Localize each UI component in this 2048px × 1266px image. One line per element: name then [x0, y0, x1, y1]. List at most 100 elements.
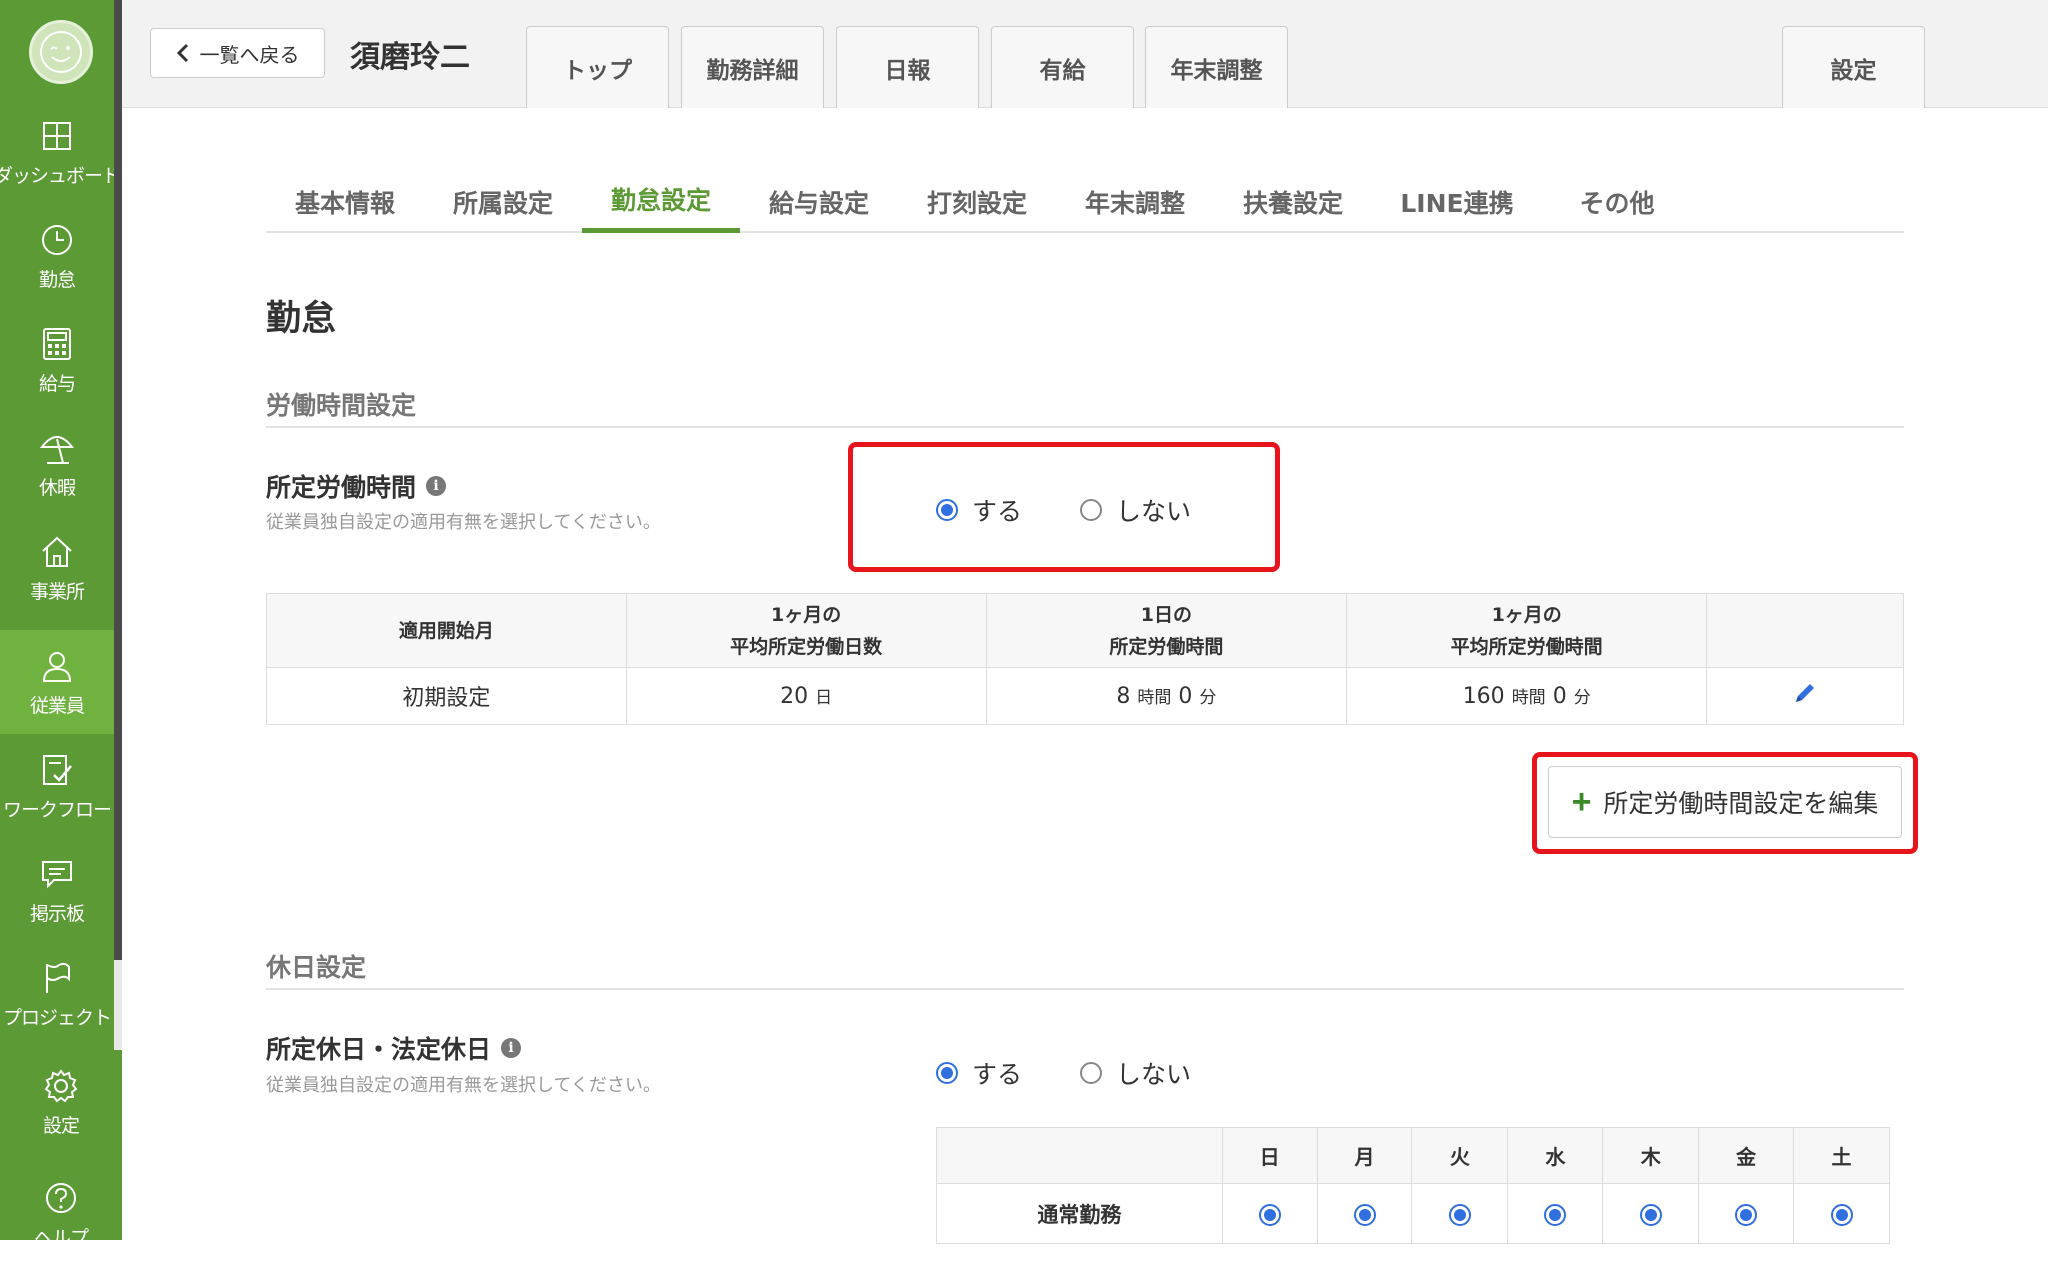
- plus-icon: +: [1571, 783, 1592, 821]
- tab-paid-leave[interactable]: 有給: [991, 26, 1134, 108]
- subtab-year-end[interactable]: 年末調整: [1056, 170, 1214, 233]
- sidebar-item-office[interactable]: 事業所: [0, 516, 114, 620]
- sidebar-item-label: 従業員: [29, 694, 85, 717]
- field-label-scheduled-hours: 所定労働時間 i: [266, 468, 447, 504]
- holiday-table: 日 月 火 水 木 金 土 通常勤務: [936, 1127, 1890, 1244]
- dashboard-icon: [38, 117, 76, 155]
- sidebar-item-workflow[interactable]: ワークフロー: [0, 734, 114, 838]
- tab-daily-report[interactable]: 日報: [836, 26, 979, 108]
- row-label: 通常勤務: [936, 1183, 1223, 1244]
- day-cell: [1602, 1183, 1700, 1244]
- radio-dot[interactable]: [1830, 1203, 1853, 1226]
- cell-actions: [1706, 667, 1904, 725]
- sidebar-item-payroll[interactable]: 給与: [0, 308, 114, 412]
- sidebar-item-settings[interactable]: 設定: [0, 1050, 122, 1154]
- cell-daily-hours: 8 時間 0 分: [985, 667, 1348, 725]
- column-header-day: 金: [1698, 1127, 1795, 1184]
- subtab-dependents[interactable]: 扶養設定: [1214, 170, 1372, 233]
- sidebar-item-label: ヘルプ: [33, 1226, 89, 1249]
- table-row: 初期設定 20 日 8 時間 0 分 160 時間 0 分: [266, 667, 1904, 725]
- cell-avg-days: 20 日: [625, 667, 987, 725]
- sidebar-scrollbar[interactable]: [114, 0, 122, 960]
- radio-dot[interactable]: [936, 1062, 958, 1084]
- tab-year-end[interactable]: 年末調整: [1145, 26, 1288, 108]
- subtab-other[interactable]: その他: [1542, 170, 1692, 233]
- gear-icon: [42, 1067, 80, 1105]
- subtab-affiliation[interactable]: 所属設定: [424, 170, 582, 233]
- column-header-day: 月: [1316, 1127, 1413, 1184]
- radio-dot[interactable]: [1639, 1203, 1662, 1226]
- day-cell: [1316, 1183, 1413, 1244]
- sidebar-item-label: 給与: [38, 372, 76, 395]
- tab-top[interactable]: トップ: [526, 26, 669, 108]
- subtab-attendance[interactable]: 勤怠設定: [582, 170, 740, 233]
- smile-icon: [40, 31, 82, 73]
- column-header: 1ヶ月の 平均所定労働日数: [625, 593, 987, 668]
- radio-yes[interactable]: する: [936, 492, 1022, 528]
- header-bar: 一覧へ戻る 須磨玲二 トップ 勤務詳細 日報 有給 年末調整 設定: [122, 0, 2048, 108]
- divider: [266, 426, 1904, 428]
- edit-scheduled-hours-button[interactable]: + 所定労働時間設定を編集: [1548, 766, 1902, 838]
- section-title-holiday: 休日設定: [266, 953, 367, 982]
- radio-no[interactable]: しない: [1080, 1055, 1191, 1091]
- pencil-icon[interactable]: [1793, 681, 1817, 705]
- sidebar-item-project[interactable]: プロジェクト: [0, 942, 114, 1046]
- column-header: 1ヶ月の 平均所定労働時間: [1346, 593, 1708, 668]
- sidebar-item-attendance[interactable]: 勤怠: [0, 204, 114, 308]
- chevron-left-icon: [176, 43, 188, 63]
- day-cell: [1507, 1183, 1604, 1244]
- day-cell: [1221, 1183, 1318, 1244]
- sidebar-item-board[interactable]: 掲示板: [0, 838, 114, 942]
- subtab-clock[interactable]: 打刻設定: [898, 170, 1056, 233]
- radio-dot[interactable]: [1735, 1203, 1758, 1226]
- radio-dot[interactable]: [1080, 499, 1103, 521]
- subtab-bar: 基本情報 所属設定 勤怠設定 給与設定 打刻設定 年末調整 扶養設定 LINE連…: [266, 170, 1904, 233]
- sidebar-scroll-track: [114, 960, 122, 1050]
- sidebar-item-employees[interactable]: 従業員: [0, 630, 114, 734]
- checklist-icon: [38, 751, 76, 789]
- tab-settings[interactable]: 設定: [1782, 26, 1925, 108]
- tab-work-detail[interactable]: 勤務詳細: [681, 26, 824, 108]
- subtab-line[interactable]: LINE連携: [1372, 170, 1542, 233]
- avatar[interactable]: [29, 20, 93, 84]
- sidebar-item-help[interactable]: ヘルプ: [0, 1162, 122, 1266]
- sidebar-item-leave[interactable]: 休暇: [0, 412, 114, 516]
- radio-group-holidays: する しない: [936, 1055, 1249, 1091]
- radio-dot[interactable]: [1353, 1203, 1376, 1226]
- radio-yes[interactable]: する: [936, 1055, 1022, 1091]
- table-header-row: 日 月 火 水 木 金 土: [936, 1127, 1890, 1184]
- chat-icon: [38, 855, 76, 893]
- column-header: [936, 1127, 1223, 1184]
- radio-no[interactable]: しない: [1080, 492, 1191, 528]
- sidebar-item-dashboard[interactable]: ダッシュボード: [0, 100, 121, 204]
- sidebar-item-label: 掲示板: [29, 902, 85, 925]
- sidebar: ダッシュボード 勤怠 給与 休暇 事業所 従業員 ワークフロー 掲示板 プロジェ…: [0, 0, 122, 1249]
- calculator-icon: [38, 325, 76, 363]
- day-cell: [1793, 1183, 1890, 1244]
- cell-monthly-hours: 160 時間 0 分: [1346, 667, 1708, 725]
- radio-dot[interactable]: [1080, 1062, 1103, 1084]
- sidebar-item-label: 設定: [42, 1114, 80, 1137]
- info-icon[interactable]: i: [426, 476, 447, 496]
- sidebar-item-label: 事業所: [29, 580, 85, 603]
- column-header: 適用開始月: [266, 593, 627, 668]
- field-label-holidays: 所定休日・法定休日 i: [266, 1030, 522, 1066]
- table-row: 通常勤務: [936, 1183, 1890, 1244]
- column-header-day: 土: [1793, 1127, 1890, 1184]
- info-icon[interactable]: i: [501, 1038, 522, 1058]
- back-to-list-button[interactable]: 一覧へ戻る: [150, 28, 325, 78]
- radio-dot[interactable]: [1448, 1203, 1471, 1226]
- day-cell: [1411, 1183, 1509, 1244]
- column-header-day: 木: [1602, 1127, 1700, 1184]
- sidebar-item-label: ワークフロー: [2, 798, 112, 821]
- radio-group-scheduled-hours: する しない: [936, 492, 1249, 528]
- sidebar-item-label: 勤怠: [38, 268, 76, 291]
- subtab-salary[interactable]: 給与設定: [740, 170, 898, 233]
- radio-dot[interactable]: [1258, 1203, 1281, 1226]
- scheduled-hours-table: 適用開始月 1ヶ月の 平均所定労働日数 1日の 所定労働時間 1ヶ月の 平均所定労働時…: [266, 593, 1904, 725]
- radio-dot[interactable]: [1544, 1203, 1567, 1226]
- subtab-basic-info[interactable]: 基本情報: [266, 170, 424, 233]
- cell-start-month: 初期設定: [266, 667, 627, 725]
- sidebar-item-label: ダッシュボード: [0, 164, 121, 187]
- radio-dot[interactable]: [936, 499, 958, 521]
